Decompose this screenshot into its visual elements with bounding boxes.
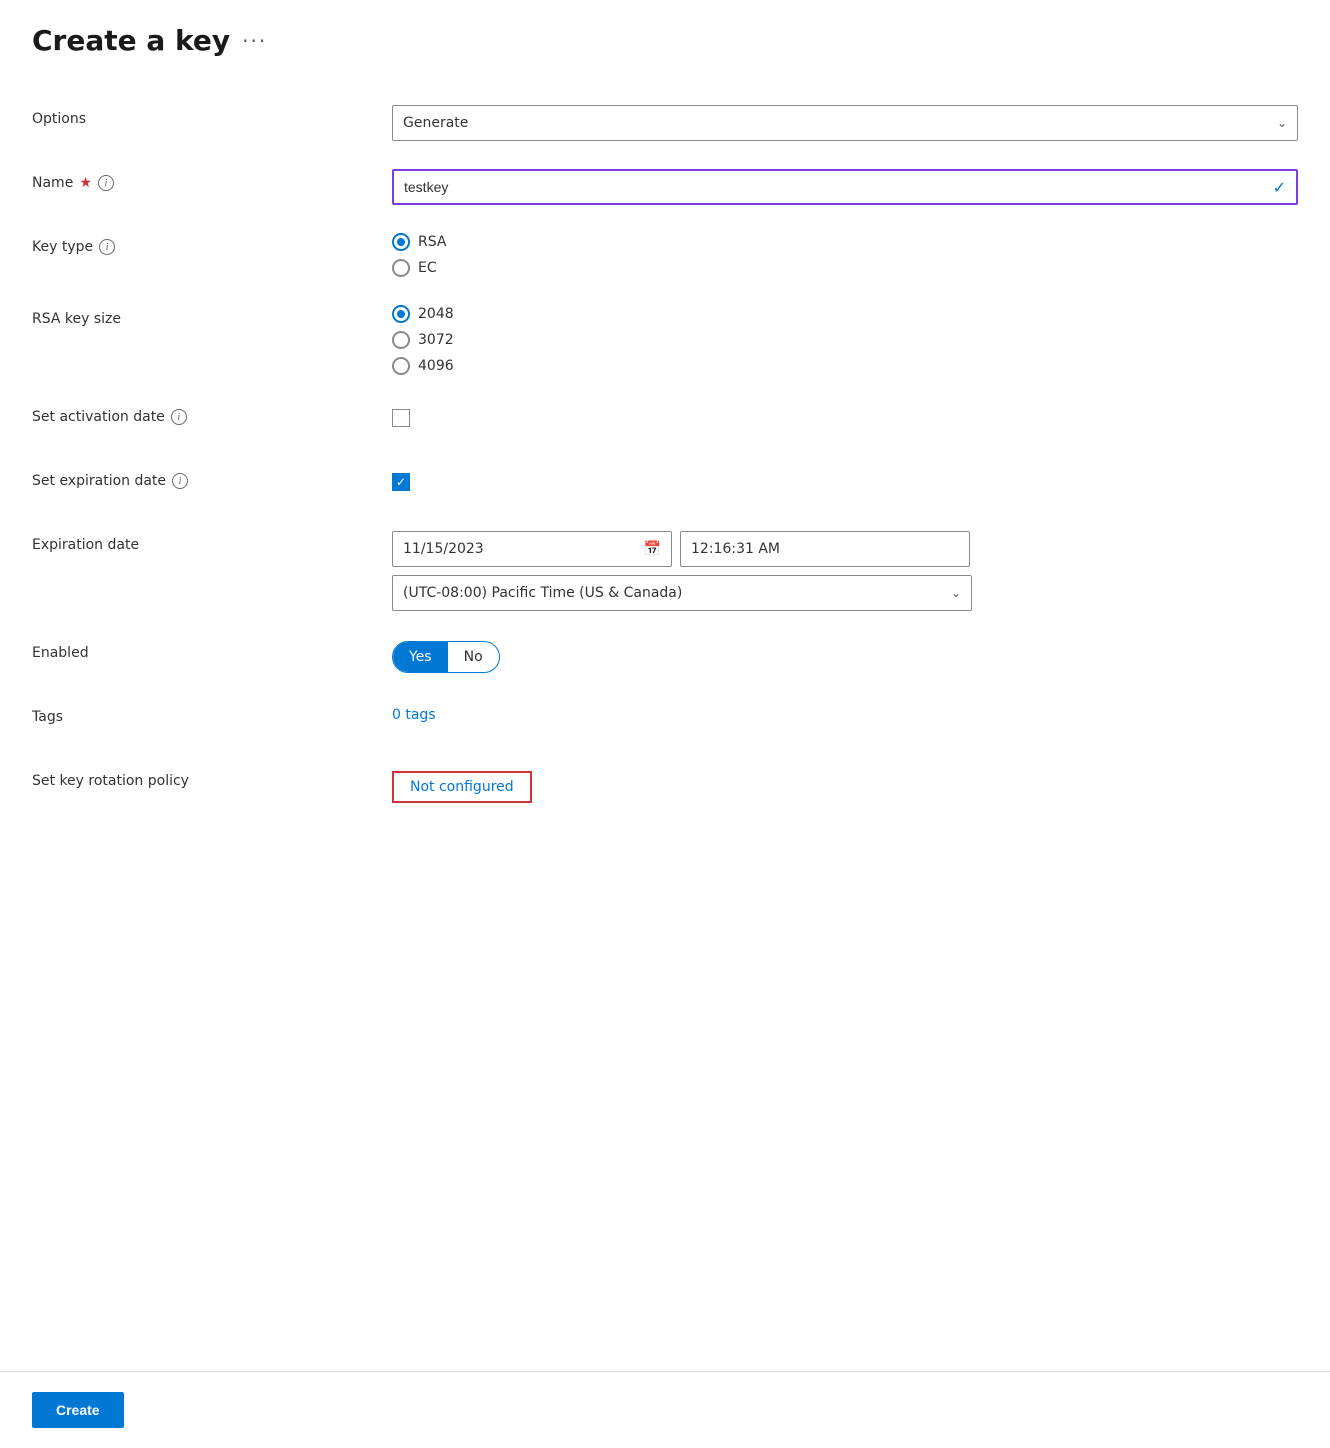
size-4096-label: 4096 (418, 358, 454, 374)
chevron-down-icon: ⌄ (1277, 116, 1287, 130)
name-input-wrapper: ✓ (392, 169, 1298, 205)
size-3072-label: 3072 (418, 332, 454, 348)
key-size-3072[interactable]: 3072 (392, 331, 1298, 349)
checkbox-check-icon: ✓ (396, 476, 406, 488)
rotation-policy-label: Set key rotation policy (32, 773, 189, 789)
activation-date-info-icon[interactable]: i (171, 409, 187, 425)
activation-date-label: Set activation date (32, 409, 165, 425)
key-size-2048[interactable]: 2048 (392, 305, 1298, 323)
expiration-time-input[interactable]: 12:16:31 AM (680, 531, 970, 567)
timezone-chevron-icon: ⌄ (951, 586, 961, 600)
size-2048-radio[interactable] (392, 305, 410, 323)
name-info-icon[interactable]: i (98, 175, 114, 191)
expiration-date-label: Set expiration date (32, 473, 166, 489)
key-type-info-icon[interactable]: i (99, 239, 115, 255)
tags-link[interactable]: 0 tags (392, 707, 436, 723)
create-button[interactable]: Create (32, 1392, 124, 1428)
ec-radio-button[interactable] (392, 259, 410, 277)
expiration-date-input[interactable]: 11/15/2023 📅 (392, 531, 672, 567)
name-label: Name (32, 175, 73, 191)
required-indicator: ★ (79, 175, 92, 191)
key-type-row: Key type i RSA EC (32, 233, 1298, 277)
key-type-ec[interactable]: EC (392, 259, 1298, 277)
enabled-toggle[interactable]: Yes No (392, 641, 1298, 673)
footer: Create (0, 1371, 1330, 1448)
toggle-track[interactable]: Yes No (392, 641, 500, 673)
expiration-date-value-row: Expiration date 11/15/2023 📅 12:16:31 AM (32, 531, 1298, 611)
rsa-key-size-row: RSA key size 2048 3072 (32, 305, 1298, 375)
options-value: Generate (403, 115, 468, 131)
key-size-4096[interactable]: 4096 (392, 357, 1298, 375)
tags-label: Tags (32, 709, 63, 725)
options-select[interactable]: Generate ⌄ (392, 105, 1298, 141)
toggle-no-option[interactable]: No (448, 642, 499, 672)
options-row: Options Generate ⌄ (32, 105, 1298, 141)
not-configured-button[interactable]: Not configured (392, 771, 532, 803)
expiration-fields: 11/15/2023 📅 12:16:31 AM (UTC-08:00) Pac… (392, 531, 1298, 611)
ec-label: EC (418, 260, 437, 276)
expiration-date-checkbox-row: Set expiration date i ✓ (32, 467, 1298, 503)
key-type-radio-group: RSA EC (392, 233, 1298, 277)
rsa-key-size-label: RSA key size (32, 311, 121, 327)
check-icon: ✓ (1273, 178, 1296, 197)
key-type-rsa[interactable]: RSA (392, 233, 1298, 251)
rsa-radio-button[interactable] (392, 233, 410, 251)
enabled-label: Enabled (32, 645, 89, 661)
activation-date-row: Set activation date i (32, 403, 1298, 439)
rotation-policy-row: Set key rotation policy Not configured (32, 767, 1298, 803)
expiration-time-value: 12:16:31 AM (691, 541, 780, 557)
name-row: Name ★ i ✓ (32, 169, 1298, 205)
rsa-key-size-radio-group: 2048 3072 4096 (392, 305, 1298, 375)
timezone-select[interactable]: (UTC-08:00) Pacific Time (US & Canada) ⌄ (392, 575, 972, 611)
options-label: Options (32, 111, 86, 127)
size-2048-label: 2048 (418, 306, 454, 322)
expiration-date-checkbox[interactable]: ✓ (392, 473, 410, 491)
size-4096-radio[interactable] (392, 357, 410, 375)
page-title: Create a key (32, 24, 230, 57)
calendar-icon: 📅 (644, 541, 661, 557)
timezone-value: (UTC-08:00) Pacific Time (US & Canada) (403, 585, 682, 601)
expiration-date-info-icon[interactable]: i (172, 473, 188, 489)
rsa-label: RSA (418, 234, 446, 250)
toggle-yes-option[interactable]: Yes (393, 642, 448, 672)
enabled-row: Enabled Yes No (32, 639, 1298, 675)
expiration-date-value: 11/15/2023 (403, 541, 484, 557)
key-type-label: Key type (32, 239, 93, 255)
more-options-icon[interactable]: ··· (242, 29, 267, 53)
not-configured-text: Not configured (410, 779, 514, 795)
tags-row: Tags 0 tags (32, 703, 1298, 739)
name-input[interactable] (394, 173, 1273, 201)
size-3072-radio[interactable] (392, 331, 410, 349)
activation-date-checkbox[interactable] (392, 409, 410, 427)
expiration-label: Expiration date (32, 537, 139, 553)
